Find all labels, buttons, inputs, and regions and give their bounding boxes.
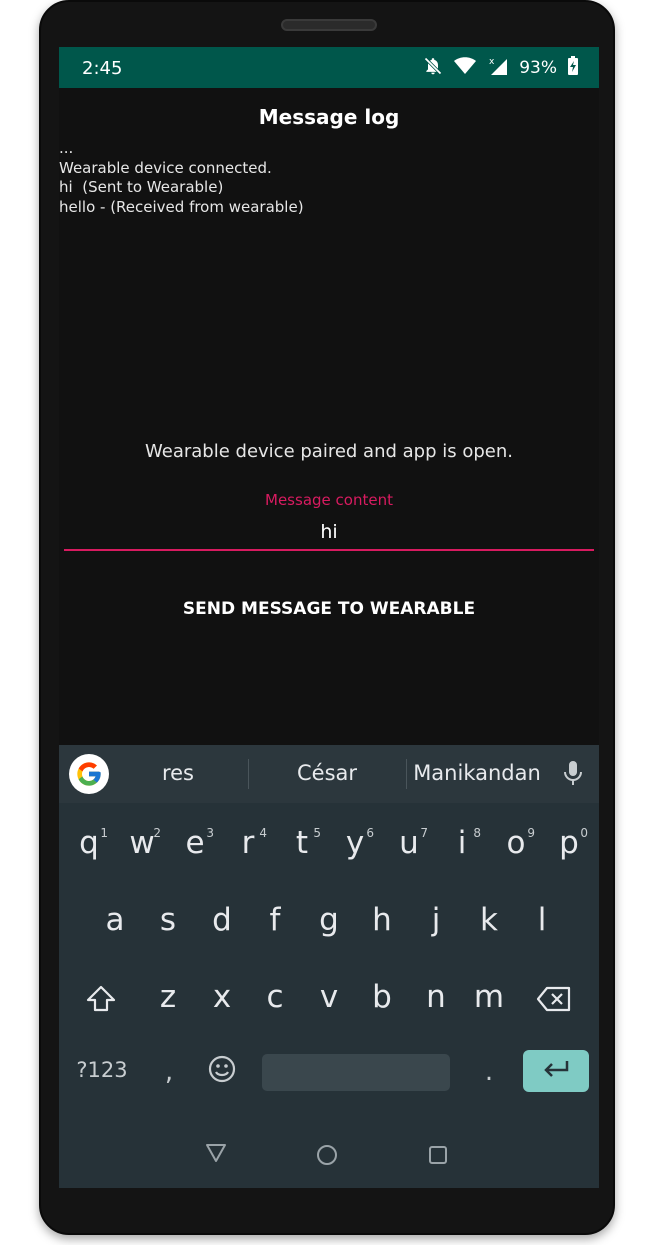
- suggestion-divider: [248, 759, 249, 789]
- backspace-key[interactable]: [529, 967, 579, 1027]
- key-label: i: [457, 825, 467, 861]
- enter-icon: [541, 1058, 571, 1084]
- emoji-icon: [207, 1055, 237, 1088]
- key-r[interactable]: 4r: [223, 813, 273, 873]
- key-a[interactable]: a: [90, 890, 140, 950]
- key-u[interactable]: 7u: [384, 813, 434, 873]
- message-log: ... Wearable device connected. hi (Sent …: [59, 139, 304, 217]
- log-line: Wearable device connected.: [59, 158, 272, 177]
- key-hint: 6: [366, 826, 374, 840]
- mic-icon[interactable]: [561, 759, 585, 793]
- key-hint: 5: [313, 826, 321, 840]
- key-hint: 1: [100, 826, 108, 840]
- shift-key[interactable]: [76, 967, 126, 1027]
- key-label: w: [129, 825, 155, 861]
- key-hint: 0: [580, 826, 588, 840]
- suggestion-bar: res César Manikandan: [59, 745, 599, 803]
- battery-percent: 93%: [519, 58, 557, 78]
- comma-key[interactable]: ,: [157, 1057, 181, 1087]
- wifi-icon: [453, 56, 477, 81]
- bell-off-icon: [423, 56, 443, 81]
- page-title: Message log: [258, 105, 400, 129]
- key-g[interactable]: g: [304, 890, 354, 950]
- key-hint: 9: [527, 826, 535, 840]
- connection-status: Wearable device paired and app is open.: [145, 441, 513, 462]
- key-s[interactable]: s: [143, 890, 193, 950]
- key-n[interactable]: n: [411, 967, 461, 1027]
- key-t[interactable]: 5t: [277, 813, 327, 873]
- key-m[interactable]: m: [464, 967, 514, 1027]
- key-f[interactable]: f: [250, 890, 300, 950]
- shift-icon: [85, 979, 117, 1015]
- phone-frame: 2:45 x 93% Message log ... Wearable devi…: [39, 0, 615, 1235]
- key-y[interactable]: 6y: [330, 813, 380, 873]
- key-p[interactable]: 0p: [544, 813, 594, 873]
- key-hint: 3: [206, 826, 214, 840]
- period-key[interactable]: .: [477, 1057, 501, 1087]
- backspace-icon: [536, 979, 572, 1015]
- key-i[interactable]: 8i: [437, 813, 487, 873]
- suggestion-divider: [406, 759, 407, 789]
- key-hint: 4: [259, 826, 267, 840]
- google-logo-icon[interactable]: [69, 754, 109, 794]
- space-key[interactable]: [262, 1054, 450, 1091]
- key-hint: 8: [473, 826, 481, 840]
- signal-icon: x: [487, 55, 509, 82]
- status-icons: x 93%: [423, 55, 579, 82]
- key-d[interactable]: d: [197, 890, 247, 950]
- soft-keyboard: res César Manikandan 1q 2w 3e 4r 5t 6y 7…: [59, 745, 599, 1188]
- symbols-key[interactable]: ?123: [72, 1058, 132, 1082]
- screen: 2:45 x 93% Message log ... Wearable devi…: [59, 47, 599, 1188]
- suggestion-3[interactable]: Manikandan: [412, 761, 542, 785]
- log-line: hi (Sent to Wearable): [59, 178, 224, 196]
- key-hint: 2: [153, 826, 161, 840]
- enter-key[interactable]: [523, 1050, 589, 1092]
- key-label: e: [185, 825, 205, 861]
- home-circle-icon[interactable]: [316, 1144, 338, 1170]
- log-line: ...: [59, 139, 74, 157]
- key-l[interactable]: l: [517, 890, 567, 950]
- earpiece-speaker: [281, 19, 377, 31]
- message-content-label: Message content: [265, 491, 393, 509]
- key-hint: 7: [420, 826, 428, 840]
- key-c[interactable]: c: [250, 967, 300, 1027]
- key-j[interactable]: j: [411, 890, 461, 950]
- key-label: q: [79, 825, 99, 861]
- key-h[interactable]: h: [357, 890, 407, 950]
- suggestion-2[interactable]: César: [279, 761, 375, 785]
- system-nav-bar: [59, 1117, 599, 1188]
- key-label: u: [399, 825, 419, 861]
- key-label: p: [559, 825, 579, 861]
- key-x[interactable]: x: [197, 967, 247, 1027]
- battery-charging-icon: [567, 55, 579, 81]
- status-bar: 2:45 x 93%: [59, 47, 599, 88]
- key-label: r: [241, 825, 255, 861]
- back-triangle-icon[interactable]: [204, 1142, 228, 1168]
- key-label: o: [506, 825, 526, 861]
- emoji-key[interactable]: [204, 1054, 240, 1088]
- send-message-button[interactable]: SEND MESSAGE TO WEARABLE: [59, 599, 599, 619]
- suggestion-1[interactable]: res: [139, 761, 217, 785]
- key-label: y: [345, 825, 365, 861]
- recents-square-icon[interactable]: [428, 1145, 448, 1169]
- message-content-input[interactable]: hi: [64, 515, 594, 551]
- key-e[interactable]: 3e: [170, 813, 220, 873]
- status-time: 2:45: [82, 58, 123, 79]
- key-v[interactable]: v: [304, 967, 354, 1027]
- key-z[interactable]: z: [143, 967, 193, 1027]
- log-line: hello - (Received from wearable): [59, 197, 304, 216]
- key-w[interactable]: 2w: [117, 813, 167, 873]
- key-label: t: [295, 825, 309, 861]
- key-k[interactable]: k: [464, 890, 514, 950]
- key-o[interactable]: 9o: [491, 813, 541, 873]
- svg-text:x: x: [489, 57, 495, 67]
- key-q[interactable]: 1q: [64, 813, 114, 873]
- message-content-value: hi: [320, 521, 338, 543]
- key-b[interactable]: b: [357, 967, 407, 1027]
